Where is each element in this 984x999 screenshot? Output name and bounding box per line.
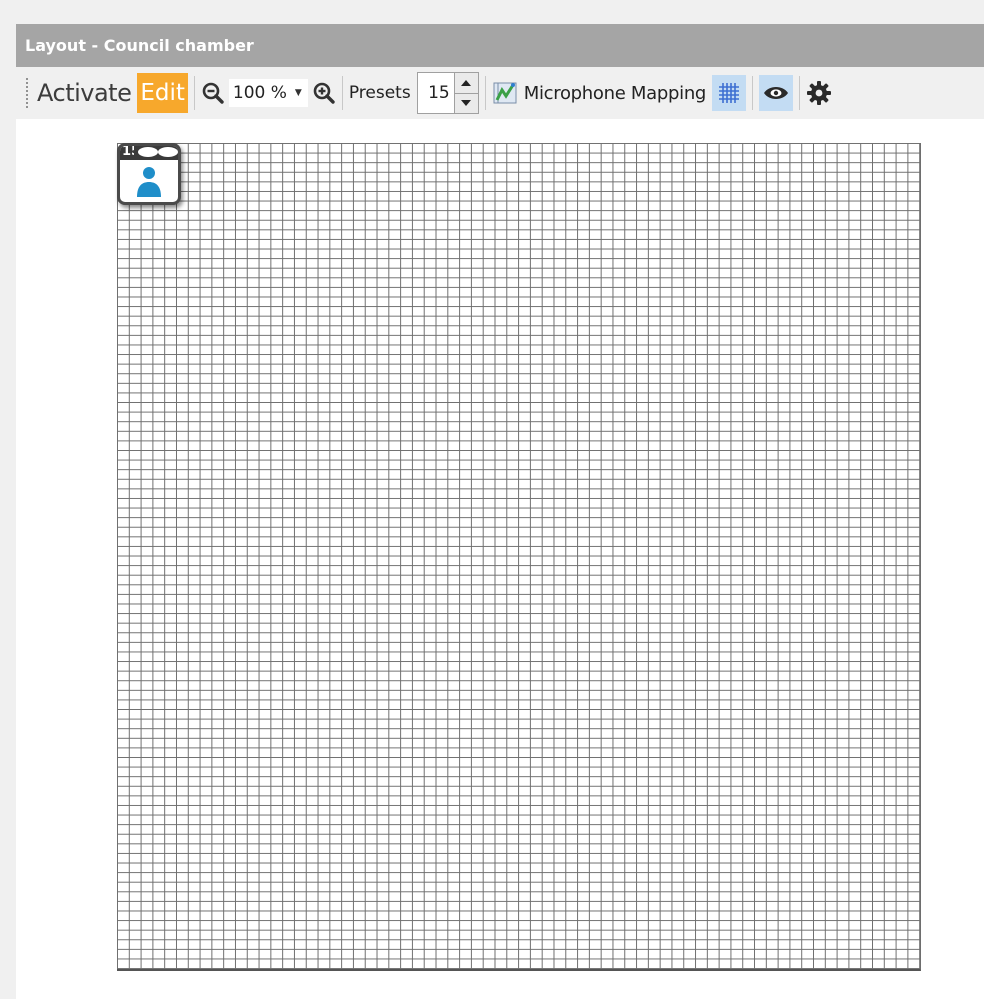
- zoom-out-button[interactable]: [201, 77, 225, 109]
- toolbar-separator: [341, 76, 343, 110]
- spinner-down-button[interactable]: [454, 92, 478, 113]
- zoom-in-icon: [313, 82, 335, 104]
- zoom-in-button[interactable]: [312, 77, 336, 109]
- zoom-dropdown[interactable]: 100 % ▼: [228, 79, 308, 107]
- chevron-down-icon: ▼: [294, 88, 302, 98]
- zoom-out-icon: [202, 82, 224, 104]
- view-toggle-button[interactable]: [759, 75, 794, 111]
- toolbar-separator: [752, 76, 754, 110]
- presets-value[interactable]: 15: [418, 73, 454, 113]
- activate-button[interactable]: Activate: [37, 73, 132, 113]
- microphone-mapping-label: Microphone Mapping: [523, 82, 707, 104]
- edit-button[interactable]: Edit: [137, 73, 188, 113]
- seat-indicator-left: [138, 147, 158, 157]
- grid-icon: [719, 83, 740, 103]
- grid-toggle-button[interactable]: [712, 75, 747, 111]
- presets-label: Presets: [348, 83, 411, 103]
- settings-button[interactable]: [806, 77, 832, 109]
- microphone-mapping-button[interactable]: Microphone Mapping: [492, 77, 712, 109]
- seat-indicator-right: [158, 147, 178, 157]
- arrow-up-icon: [461, 79, 472, 86]
- microphone-mapping-icon: [493, 82, 517, 104]
- toolbar-grip[interactable]: [25, 77, 29, 109]
- toolbar-separator: [799, 76, 801, 110]
- eye-icon: [764, 87, 789, 99]
- toolbar-separator: [484, 76, 486, 110]
- seat-tile[interactable]: 15: [117, 143, 181, 205]
- presets-spinner[interactable]: 15: [416, 72, 479, 114]
- toolbar-separator: [193, 76, 195, 110]
- spinner-up-button[interactable]: [454, 73, 478, 93]
- zoom-value: 100 %: [232, 83, 287, 103]
- gear-icon: [807, 81, 832, 105]
- layout-grid[interactable]: [117, 143, 921, 971]
- layout-canvas[interactable]: 15: [16, 119, 984, 995]
- seat-number: 15: [122, 144, 134, 159]
- person-icon: [137, 167, 161, 197]
- layout-window: Layout - Council chamber Activate Edit 1…: [16, 24, 984, 999]
- window-title: Layout - Council chamber: [16, 24, 984, 67]
- toolbar: Activate Edit 100 % ▼ Presets 15 Microph…: [16, 67, 984, 119]
- arrow-down-icon: [461, 100, 472, 107]
